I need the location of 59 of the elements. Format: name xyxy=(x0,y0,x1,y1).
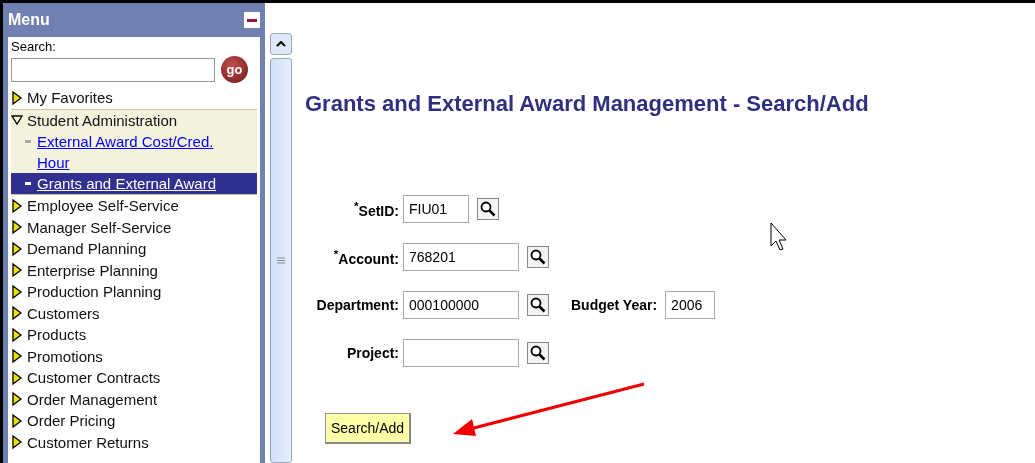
menu-item[interactable]: My Favorites xyxy=(11,87,257,109)
menu-item[interactable]: Demand Planning xyxy=(11,238,257,260)
field-label: Department: xyxy=(315,297,400,313)
menu-item[interactable]: Production Planning xyxy=(11,281,257,303)
menu-item[interactable]: Customers xyxy=(11,302,257,324)
cursor-icon xyxy=(770,222,790,252)
input-field[interactable] xyxy=(403,339,519,367)
triangle-right-icon xyxy=(11,306,23,321)
chevron-up-icon xyxy=(276,41,286,47)
triangle-right-icon xyxy=(11,349,23,364)
triangle-right-icon xyxy=(11,370,23,385)
grip-icon xyxy=(277,257,285,264)
menu-item[interactable]: Customer Returns xyxy=(11,431,257,453)
menu-item[interactable]: Promotions xyxy=(11,345,257,367)
input-field[interactable]: 000100000 xyxy=(403,291,519,319)
input-field[interactable]: 2006 xyxy=(665,291,716,319)
triangle-right-icon xyxy=(11,220,23,235)
search-icon xyxy=(530,345,546,361)
triangle-right-icon xyxy=(11,413,23,428)
search-icon xyxy=(530,249,546,265)
menu-link[interactable]: Grants and External Award xyxy=(11,173,257,194)
menu-link[interactable]: External Award Cost/Cred. Hour xyxy=(11,131,257,173)
triangle-right-icon xyxy=(11,198,23,213)
search-icon xyxy=(530,297,546,313)
scroll-up-button[interactable] xyxy=(270,33,292,55)
menu-item[interactable]: Customer Contracts xyxy=(11,367,257,389)
lookup-button[interactable] xyxy=(527,246,549,268)
minus-icon xyxy=(247,18,257,22)
go-button[interactable]: go xyxy=(221,56,248,83)
field-label: $^{*}$SetID: xyxy=(353,199,400,219)
menu-title: Menu xyxy=(8,11,50,29)
menu-item[interactable]: Employee Self-Service xyxy=(11,195,257,217)
lookup-button[interactable] xyxy=(527,342,549,364)
lookup-button[interactable] xyxy=(527,294,549,316)
triangle-right-icon xyxy=(11,263,23,278)
search-icon xyxy=(480,201,496,217)
field-label: $^{*}$Account: xyxy=(332,247,400,267)
triangle-right-icon xyxy=(11,241,23,256)
scrollbar-thumb[interactable] xyxy=(270,58,292,463)
field-label: Project: xyxy=(345,345,400,361)
triangle-right-icon xyxy=(11,90,23,105)
lookup-button[interactable] xyxy=(477,198,499,220)
menu-item[interactable]: Enterprise Planning xyxy=(11,259,257,281)
triangle-right-icon xyxy=(11,392,23,407)
search-label: Search: xyxy=(11,39,57,54)
menu-item[interactable]: Order Management xyxy=(11,388,257,410)
search-add-button[interactable]: Search/Add xyxy=(325,413,412,444)
page-title: Grants and External Award Management - Search/Add xyxy=(305,91,870,117)
input-field[interactable]: FIU01 xyxy=(403,195,469,223)
input-field[interactable]: 768201 xyxy=(403,243,519,271)
triangle-right-icon xyxy=(11,327,23,342)
menu-item[interactable]: Products xyxy=(11,324,257,346)
search-field[interactable] xyxy=(11,57,215,82)
triangle-right-icon xyxy=(11,284,23,299)
menu-item[interactable]: Order Pricing xyxy=(11,410,257,432)
field-label: Budget Year: xyxy=(570,297,659,313)
triangle-right-icon xyxy=(11,435,23,450)
collapse-button[interactable] xyxy=(244,12,260,28)
menu-item[interactable]: Manager Self-Service xyxy=(11,216,257,238)
